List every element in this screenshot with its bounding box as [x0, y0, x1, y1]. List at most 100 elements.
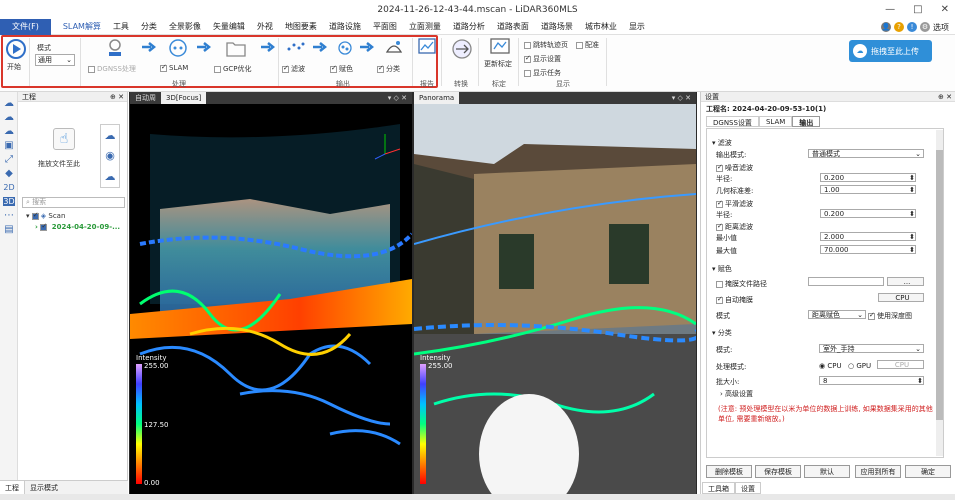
search-input[interactable]: ⌕ 搜索 — [22, 197, 125, 208]
radius-input[interactable]: 0.200 ⬍ — [820, 173, 916, 182]
play-icon[interactable] — [6, 39, 26, 59]
menu-road-surface[interactable]: 道路表面 — [491, 19, 535, 35]
settings-icon[interactable]: ⚙ — [920, 22, 930, 32]
tab-3d[interactable]: 3D[Focus] — [161, 92, 207, 104]
help-icon[interactable]: ? — [894, 22, 904, 32]
options-menu[interactable]: 选项 — [933, 22, 949, 33]
pin-icon[interactable]: ⊕ ✕ — [110, 92, 124, 102]
menu-floorplan[interactable]: 平面图 — [367, 19, 403, 35]
max-input[interactable]: 70.000 ⬍ — [820, 245, 916, 254]
menu-road-scene[interactable]: 道路场景 — [535, 19, 579, 35]
tab-display-mode[interactable]: 显示模式 — [25, 481, 63, 494]
mask-path-checkbox[interactable]: 掩膜文件路径 — [716, 279, 767, 289]
menu-map-elements[interactable]: 地图要素 — [279, 19, 323, 35]
user-icon[interactable]: 👤 — [881, 22, 891, 32]
cls-mode-select[interactable]: 室外_手持 ⌄ — [819, 344, 924, 353]
geom-std-input[interactable]: 1.00 ⬍ — [820, 185, 916, 194]
save-template-button[interactable]: 保存模板 — [755, 465, 801, 478]
output-mode-select[interactable]: 普通模式 ⌄ — [808, 149, 924, 158]
browse-button[interactable]: ... — [887, 277, 924, 286]
show-tasks-checkbox[interactable]: 显示任务 — [524, 68, 561, 78]
menu-tools[interactable]: 工具 — [107, 19, 135, 35]
apply-all-button[interactable]: 应用到所有 — [855, 465, 901, 478]
mask-path-input[interactable] — [808, 277, 884, 286]
gpu-select[interactable]: CPU — [877, 360, 924, 369]
tab-panorama[interactable]: Panorama — [414, 92, 460, 104]
use-depth-checkbox[interactable]: 使用深度图 — [868, 311, 912, 321]
update-calibration-button[interactable]: 更新标定 — [484, 59, 512, 69]
default-button[interactable]: 默认 — [804, 465, 850, 478]
menu-external[interactable]: 外视 — [251, 19, 279, 35]
slam-icon[interactable] — [168, 38, 188, 58]
mode-select[interactable]: 通用 ⌄ — [35, 54, 75, 66]
jump-trajectory-checkbox[interactable]: 跳转轨迹页 — [524, 40, 568, 50]
menu-display[interactable]: 显示 — [623, 19, 651, 35]
maximize-button[interactable]: □ — [913, 4, 922, 15]
smooth-filter-checkbox[interactable]: 平滑滤波 — [716, 199, 753, 209]
tab-toolbox[interactable]: 工具箱 — [702, 482, 735, 494]
report-icon[interactable] — [418, 38, 436, 56]
convert-icon[interactable] — [451, 38, 473, 60]
close-button[interactable]: ✕ — [941, 4, 949, 15]
menu-file[interactable]: 文件(F) — [0, 18, 51, 35]
tab-settings[interactable]: 设置 — [735, 482, 761, 494]
cpu-radio[interactable]: ◉ CPU — [819, 362, 842, 370]
colorize-icon[interactable] — [336, 38, 354, 56]
tree-child[interactable]: › 2024-04-20-09-... — [35, 222, 120, 232]
menu-slam[interactable]: SLAM解算 — [57, 19, 107, 35]
menu-road-analysis[interactable]: 道路分析 — [447, 19, 491, 35]
filter-icon[interactable] — [286, 40, 306, 54]
tree-root[interactable]: ▾ ◈ Scan — [26, 211, 65, 221]
folder-icon[interactable] — [226, 39, 246, 57]
cloud-tools[interactable]: ☁ ◉ ☁ — [100, 124, 120, 188]
menu-classify[interactable]: 分类 — [135, 19, 163, 35]
tab-auto[interactable]: 自动周 — [130, 92, 161, 104]
classify-section[interactable]: ▾ 分类 — [712, 328, 732, 338]
settings-scrollbar[interactable] — [936, 130, 943, 456]
color-mode-label: 模式 — [716, 312, 730, 320]
dgnss-icon[interactable] — [106, 38, 124, 58]
convert-group-label: 转换 — [454, 80, 468, 88]
menu-facade[interactable]: 立面测量 — [403, 19, 447, 35]
menu-urban-forestry[interactable]: 城市林业 — [579, 19, 623, 35]
dgnss-checkbox[interactable]: DGNSS处理 — [88, 64, 136, 74]
menu-vector-edit[interactable]: 矢量编辑 — [207, 19, 251, 35]
tab-dgnss[interactable]: DGNSS设置 — [706, 116, 759, 127]
advanced-settings[interactable]: › 高级设置 — [720, 389, 753, 399]
color-section[interactable]: ▾ 赋色 — [712, 264, 732, 274]
noise-filter-checkbox[interactable]: 噪音滤波 — [716, 163, 753, 173]
ok-button[interactable]: 确定 — [905, 465, 951, 478]
batch-input[interactable]: 8 ⬍ — [819, 376, 924, 385]
auto-mask-checkbox[interactable]: 自动掩膜 — [716, 295, 753, 305]
show-settings-checkbox[interactable]: 显示设置 — [524, 54, 561, 64]
pointcloud-3d-view[interactable]: Intensity 255.00 127.50 0.00 — [130, 104, 412, 494]
pin-icon[interactable]: ⊕ ✕ — [938, 92, 952, 102]
menu-panorama[interactable]: 全景影像 — [163, 19, 207, 35]
gcp-checkbox[interactable]: GCP优化 — [214, 64, 252, 74]
tab-project[interactable]: 工程 — [0, 481, 25, 494]
color-mode-select[interactable]: 距离赋色 ⌄ — [808, 310, 866, 319]
left-tool-icons[interactable]: ☁ ☁ ☁ ▣ ⤢ ◆ 2D 3D ⋯ ▤ — [2, 97, 16, 237]
minimize-button[interactable]: — — [885, 4, 895, 15]
calibration-icon[interactable] — [490, 38, 510, 56]
distance-filter-checkbox[interactable]: 距离滤波 — [716, 222, 753, 232]
radius2-input[interactable]: 0.200 ⬍ — [820, 209, 916, 218]
slam-checkbox[interactable]: SLAM — [160, 63, 188, 72]
cpu-button[interactable]: CPU — [878, 293, 924, 302]
drop-file-icon[interactable]: ☝ — [53, 128, 75, 150]
min-input[interactable]: 2.000 ⬍ — [820, 232, 916, 241]
delete-template-button[interactable]: 删除模板 — [706, 465, 752, 478]
classify-checkbox[interactable]: 分类 — [377, 64, 400, 74]
colorize-checkbox[interactable]: 赋色 — [330, 64, 353, 74]
tab-slam[interactable]: SLAM — [758, 116, 793, 127]
config-checkbox[interactable]: 配准 — [576, 40, 599, 50]
panorama-view[interactable]: Intensity 255.00 — [414, 104, 696, 494]
filter-checkbox[interactable]: 滤波 — [282, 64, 305, 74]
menu-road-facilities[interactable]: 道路设施 — [323, 19, 367, 35]
upload-button[interactable]: ☁ 拖拽至此上传 — [849, 40, 932, 62]
classify-icon[interactable] — [384, 38, 404, 56]
tab-output[interactable]: 输出 — [792, 116, 821, 127]
gpu-radio[interactable]: ○ GPU — [848, 362, 871, 370]
filter-section[interactable]: ▾ 滤波 — [712, 138, 732, 148]
about-icon[interactable]: ! — [907, 22, 917, 32]
